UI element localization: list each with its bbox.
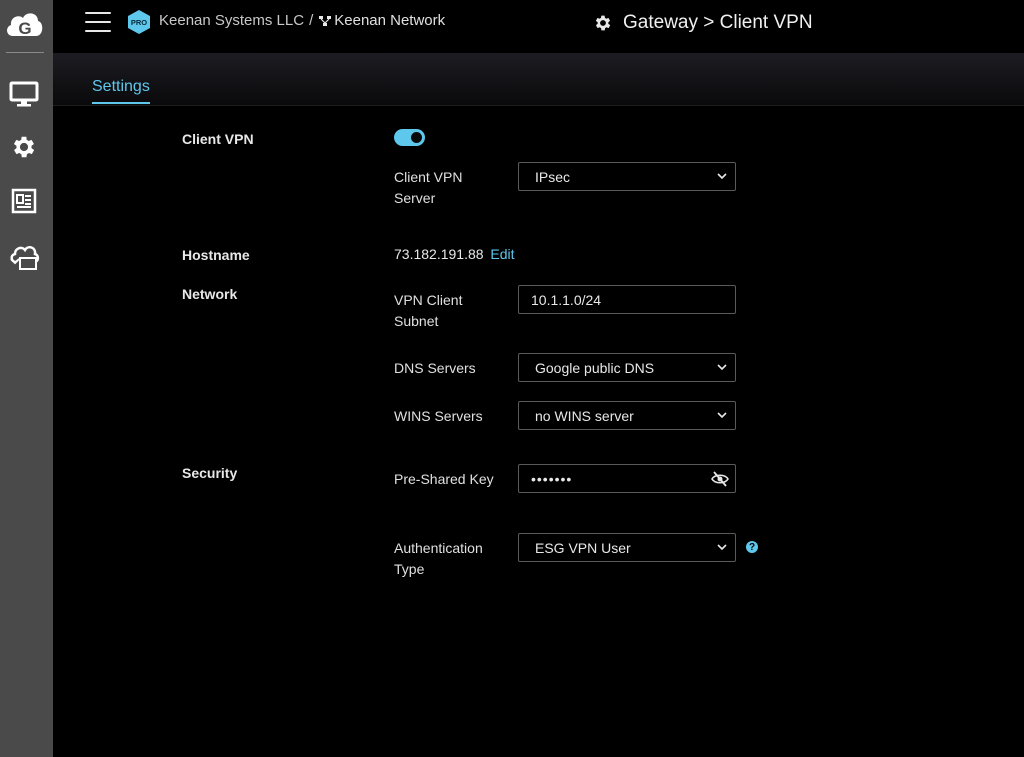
section-security: Security (182, 465, 238, 481)
svg-text:PRO: PRO (131, 18, 147, 27)
wins-servers-label: WINS Servers (394, 408, 483, 424)
hostname-value: 73.182.191.88 (394, 246, 484, 262)
chevron-down-icon (717, 364, 727, 371)
pro-badge-icon: PRO (128, 10, 150, 34)
page-title-text: Gateway > Client VPN (623, 12, 813, 33)
breadcrumb-network[interactable]: Keenan Network (334, 12, 445, 29)
client-vpn-server-select[interactable]: IPsec (518, 162, 736, 191)
page-title: Gateway > Client VPN (593, 12, 813, 34)
chevron-down-icon (717, 173, 727, 180)
tab-settings[interactable]: Settings (92, 78, 150, 104)
logo-cloud-icon[interactable]: G (4, 6, 44, 42)
client-vpn-server-label: Client VPN Server (394, 169, 463, 206)
vpn-client-subnet-label: VPN Client Subnet (394, 292, 463, 329)
toggle-knob (411, 132, 422, 143)
chevron-down-icon (717, 544, 727, 551)
network-topology-icon (319, 15, 332, 26)
svg-text:G: G (18, 19, 31, 38)
dns-servers-select[interactable]: Google public DNS (518, 353, 736, 382)
dns-servers-value: Google public DNS (535, 359, 655, 376)
help-question-icon[interactable]: ? (746, 541, 758, 553)
gear-icon (595, 15, 611, 31)
breadcrumb: Keenan Systems LLC / Keenan Network (159, 12, 445, 29)
top-header: PRO Keenan Systems LLC / Keenan Network … (53, 0, 1024, 53)
wins-servers-value: no WINS server (535, 407, 634, 424)
breadcrumb-org[interactable]: Keenan Systems LLC (159, 12, 304, 29)
monitor-icon[interactable] (8, 78, 40, 110)
tab-strip: Settings (53, 53, 1024, 106)
dns-servers-label: DNS Servers (394, 360, 476, 376)
cloud-sync-icon[interactable] (8, 240, 40, 272)
menu-hamburger-icon[interactable] (85, 10, 113, 34)
reports-icon[interactable] (8, 185, 40, 217)
pre-shared-key-input[interactable]: ••••••• (518, 464, 736, 493)
section-client-vpn: Client VPN (182, 131, 254, 147)
client-vpn-server-value: IPsec (535, 168, 571, 185)
hostname-value-row: 73.182.191.88 Edit (394, 246, 515, 262)
eye-slash-icon[interactable] (711, 471, 729, 487)
pre-shared-key-label: Pre-Shared Key (394, 471, 494, 487)
section-hostname: Hostname (182, 247, 250, 263)
pre-shared-key-value: ••••••• (531, 470, 573, 487)
hostname-edit-link[interactable]: Edit (490, 246, 514, 262)
breadcrumb-separator: / (309, 12, 314, 29)
chevron-down-icon (717, 412, 727, 419)
vpn-client-subnet-input[interactable]: 10.1.1.0/24 (518, 285, 736, 314)
authentication-type-value: ESG VPN User (535, 539, 631, 556)
rail-divider (6, 52, 44, 53)
gear-icon[interactable] (8, 131, 40, 163)
client-vpn-toggle[interactable] (394, 129, 425, 146)
authentication-type-label: Authentication Type (394, 540, 483, 577)
authentication-type-select[interactable]: ESG VPN User (518, 533, 736, 562)
vpn-client-subnet-value: 10.1.1.0/24 (531, 291, 602, 308)
section-network: Network (182, 286, 238, 302)
left-rail: G (0, 0, 53, 757)
wins-servers-select[interactable]: no WINS server (518, 401, 736, 430)
